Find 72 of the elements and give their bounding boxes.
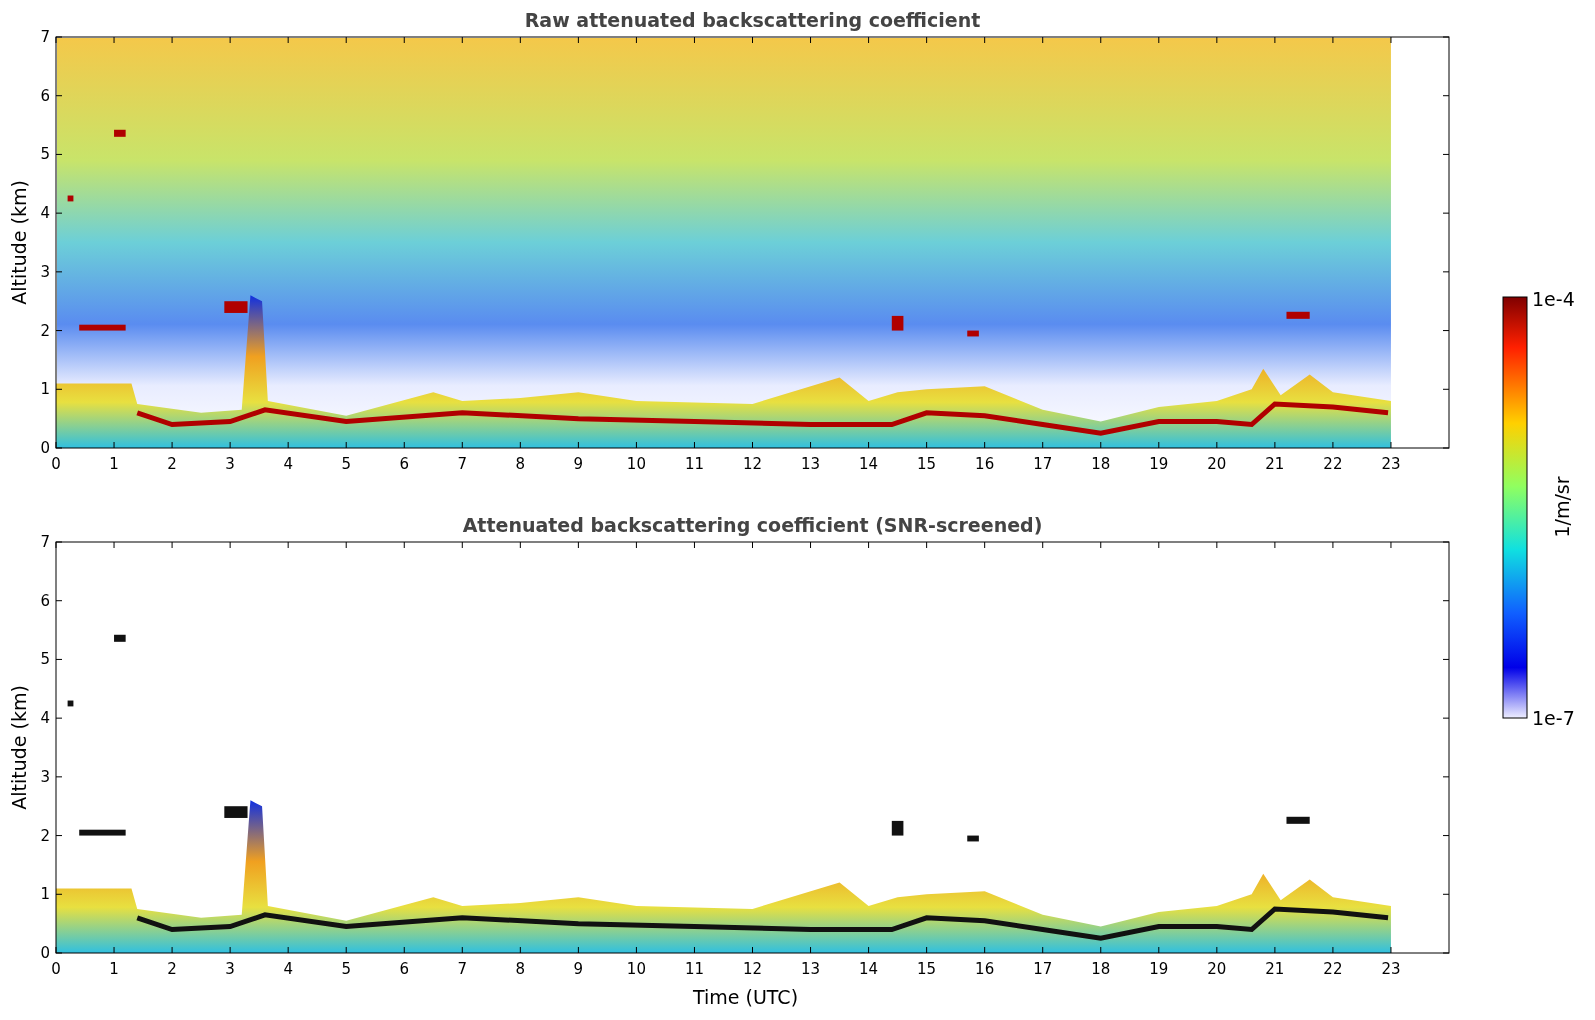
tick-label: 5 <box>40 650 50 669</box>
tick-label: 7 <box>40 28 50 46</box>
tick-label: 23 <box>1381 960 1401 978</box>
tick-label: 20 <box>1207 960 1227 978</box>
tick-label: 18 <box>1091 960 1111 978</box>
tick-label: 5 <box>341 455 351 473</box>
tick-label: 9 <box>573 455 584 473</box>
tick-label: 10 <box>626 960 646 978</box>
tick-label: 3 <box>225 455 235 473</box>
tick-label: 9 <box>573 960 584 978</box>
colorbar-label: 1e-4 <box>1532 288 1575 310</box>
tick-label: 4 <box>283 455 293 473</box>
tick-label: 19 <box>1149 455 1169 473</box>
tick-label: 1 <box>109 960 119 978</box>
tick-label: 3 <box>225 960 235 978</box>
tick-label: 3 <box>40 262 50 281</box>
tick-label: 3 <box>40 767 50 786</box>
panel-title: Raw attenuated backscattering coefficient <box>524 9 981 31</box>
tick-label: 16 <box>975 960 995 978</box>
tick-label: 11 <box>684 960 704 978</box>
tick-label: 6 <box>40 86 50 105</box>
tick-label: 10 <box>626 455 646 473</box>
tick-label: 0 <box>51 960 61 978</box>
tick-label: 8 <box>515 960 526 978</box>
axis-label: Altitude (km) <box>8 685 30 810</box>
tick-label: 22 <box>1323 960 1343 978</box>
tick-label: 16 <box>975 455 995 473</box>
tick-label: 6 <box>399 455 409 473</box>
tick-label: 5 <box>341 960 351 978</box>
tick-label: 0 <box>40 944 50 962</box>
tick-label: 2 <box>40 321 50 340</box>
tick-label: 17 <box>1033 960 1053 978</box>
tick-label: 21 <box>1265 960 1285 978</box>
tick-label: 11 <box>684 455 704 473</box>
tick-label: 2 <box>167 455 177 473</box>
axis-label: Altitude (km) <box>8 180 30 305</box>
tick-label: 17 <box>1033 455 1053 473</box>
tick-label: 4 <box>283 960 293 978</box>
tick-label: 6 <box>40 591 50 610</box>
tick-label: 15 <box>917 455 937 473</box>
tick-label: 1 <box>40 380 50 399</box>
colorbar-label: 1e-7 <box>1532 707 1575 729</box>
tick-label: 7 <box>457 960 468 978</box>
tick-label: 22 <box>1323 455 1343 473</box>
axis-label: Time (UTC) <box>693 986 799 1008</box>
tick-label: 14 <box>859 455 879 473</box>
tick-label: 20 <box>1207 455 1227 473</box>
tick-label: 14 <box>859 960 879 978</box>
tick-label: 4 <box>40 204 50 223</box>
tick-label: 21 <box>1265 455 1285 473</box>
tick-label: 4 <box>40 709 50 728</box>
tick-label: 8 <box>515 455 526 473</box>
tick-label: 19 <box>1149 960 1169 978</box>
tick-label: 1 <box>109 455 119 473</box>
tick-label: 7 <box>40 533 50 551</box>
tick-label: 5 <box>40 145 50 164</box>
tick-label: 2 <box>40 826 50 845</box>
tick-label: 0 <box>51 455 61 473</box>
panel-title: Attenuated backscattering coefficient (SNR-screened) <box>462 514 1043 536</box>
tick-label: 13 <box>801 455 821 473</box>
tick-label: 18 <box>1091 455 1111 473</box>
tick-label: 13 <box>801 960 821 978</box>
tick-label: 12 <box>742 960 763 978</box>
tick-label: 23 <box>1381 455 1401 473</box>
tick-label: 0 <box>40 439 50 457</box>
tick-label: 12 <box>742 455 763 473</box>
tick-label: 1 <box>40 885 50 904</box>
tick-label: 7 <box>457 455 468 473</box>
tick-label: 2 <box>167 960 177 978</box>
colorbar-label: 1/m/sr <box>1551 476 1573 538</box>
tick-label: 15 <box>917 960 937 978</box>
tick-label: 6 <box>399 960 409 978</box>
